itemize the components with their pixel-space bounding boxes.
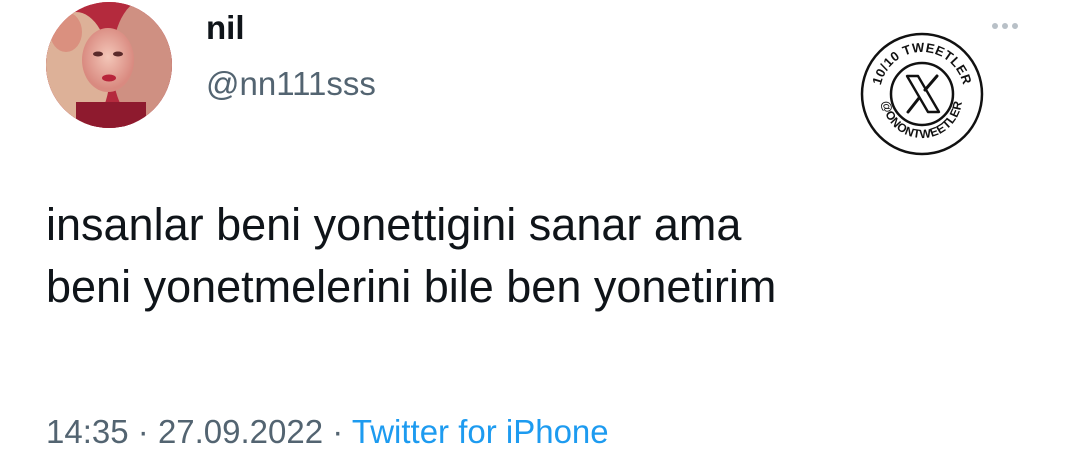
more-options-button[interactable] xyxy=(985,18,1025,34)
tweet-meta: 14:35 · 27.09.2022 · Twitter for iPhone xyxy=(46,410,609,454)
user-handle[interactable]: @nn111sss xyxy=(206,64,376,104)
more-dots-icon xyxy=(992,23,998,29)
separator: · xyxy=(137,413,149,450)
separator: · xyxy=(332,413,344,450)
watermark-logo: 10/10 TWEETLER @ONONTWEETLER xyxy=(860,32,984,156)
watermark-stamp: 10/10 TWEETLER @ONONTWEETLER xyxy=(860,32,984,156)
tweet-time[interactable]: 14:35 xyxy=(46,413,129,450)
avatar[interactable] xyxy=(46,2,172,128)
tweet-source-link[interactable]: Twitter for iPhone xyxy=(352,413,609,450)
display-name[interactable]: nil xyxy=(206,8,245,48)
tweet-text: insanlar beni yonettigini sanar ama beni… xyxy=(46,194,1036,318)
tweet-text-line: beni yonetmelerini bile ben yonetirim xyxy=(46,261,777,312)
avatar-image xyxy=(46,2,172,128)
tweet-date[interactable]: 27.09.2022 xyxy=(158,413,323,450)
tweet-card: nil @nn111sss 10/10 TWEETLER @ONONTWEETL… xyxy=(0,0,1072,476)
tweet-text-line: insanlar beni yonettigini sanar ama xyxy=(46,199,742,250)
